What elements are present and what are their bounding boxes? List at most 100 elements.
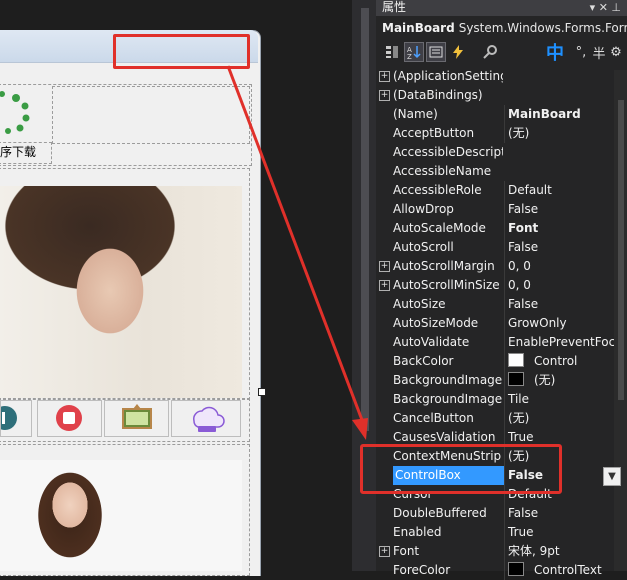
property-row[interactable]: AutoScaleMode Font <box>376 219 614 238</box>
cloud-button[interactable] <box>171 400 241 437</box>
property-value[interactable]: 宋体, 9pt <box>504 542 624 561</box>
expand-icon[interactable]: + <box>379 261 390 272</box>
highlight-titlebar-box <box>113 34 250 69</box>
property-value[interactable]: GrowOnly <box>504 314 624 333</box>
property-value[interactable]: Tile <box>504 390 624 409</box>
property-value[interactable]: False <box>504 238 624 257</box>
property-name[interactable]: (ApplicationSettings) <box>393 67 503 86</box>
expand-icon[interactable]: + <box>379 90 390 101</box>
property-value-text: Default <box>508 183 552 197</box>
form-designer[interactable]: 序下载 <box>0 0 352 576</box>
property-value[interactable]: False <box>504 295 624 314</box>
ime-punctuation-toggle[interactable]: °, <box>572 42 590 62</box>
stop-button[interactable] <box>37 400 102 437</box>
property-grid-scrollbar-thumb[interactable] <box>618 100 624 400</box>
property-row[interactable]: CancelButton (无) <box>376 409 614 428</box>
property-grid[interactable]: +(ApplicationSettings)+(DataBindings)(Na… <box>376 67 624 580</box>
screen-button[interactable] <box>104 400 169 437</box>
property-row[interactable]: AcceptButton (无) <box>376 124 614 143</box>
property-row[interactable]: DoubleBuffered False <box>376 504 614 523</box>
alphabetical-icon[interactable]: AZ <box>404 42 424 62</box>
property-name[interactable]: BackgroundImageLayout <box>393 390 503 409</box>
ime-halfwidth-toggle[interactable]: 半 <box>590 42 608 62</box>
property-row[interactable]: +(ApplicationSettings) <box>376 67 614 86</box>
property-name[interactable]: AutoScrollMargin <box>393 257 503 276</box>
expand-icon[interactable]: + <box>379 71 390 82</box>
property-value[interactable]: Font <box>504 219 624 238</box>
color-swatch <box>508 372 524 386</box>
property-row[interactable]: + Font 宋体, 9pt <box>376 542 614 561</box>
properties-icon[interactable] <box>426 42 446 62</box>
categorized-icon[interactable] <box>382 42 402 62</box>
property-value[interactable]: Default <box>504 181 624 200</box>
ime-chinese-toggle[interactable]: 中 <box>542 42 568 64</box>
property-name[interactable]: AutoScroll <box>393 238 503 257</box>
property-row[interactable]: AccessibleDescription <box>376 143 614 162</box>
property-name[interactable]: AutoSizeMode <box>393 314 503 333</box>
property-value[interactable]: 0, 0 <box>504 276 624 295</box>
prev-button[interactable] <box>0 400 32 437</box>
property-row[interactable]: + AutoScrollMargin 0, 0 <box>376 257 614 276</box>
ime-settings-icon[interactable]: ⚙ <box>608 42 624 62</box>
property-name[interactable]: AccessibleDescription <box>393 143 503 162</box>
property-row[interactable]: BackgroundImage (无) <box>376 371 614 390</box>
property-value[interactable]: True <box>504 523 624 542</box>
property-row[interactable]: AutoSizeMode GrowOnly <box>376 314 614 333</box>
property-row[interactable]: (Name) MainBoard <box>376 105 614 124</box>
property-row[interactable]: AutoScroll False <box>376 238 614 257</box>
property-name[interactable]: AccessibleName <box>393 162 503 181</box>
property-value[interactable]: Control <box>504 352 624 371</box>
property-row[interactable]: + AutoScrollMinSize 0, 0 <box>376 276 614 295</box>
properties-toolbar: AZ 中 °, 半 ⚙ <box>376 40 627 64</box>
property-value[interactable]: 0, 0 <box>504 257 624 276</box>
property-name[interactable]: DoubleBuffered <box>393 504 503 523</box>
designer-scrollbar-thumb[interactable] <box>361 8 369 431</box>
expand-icon[interactable]: + <box>379 280 390 291</box>
expand-icon[interactable]: + <box>379 546 390 557</box>
property-row[interactable]: AllowDrop False <box>376 200 614 219</box>
property-row[interactable]: AutoValidate EnablePreventFocusChange <box>376 333 624 352</box>
property-pages-icon[interactable] <box>480 42 500 62</box>
property-row[interactable]: AutoSize False <box>376 295 614 314</box>
property-value-text: True <box>508 430 534 444</box>
controlbox-dropdown-button[interactable]: ▼ <box>603 467 621 486</box>
property-row[interactable]: + (DataBindings) <box>376 86 614 105</box>
property-name[interactable]: AcceptButton <box>393 124 503 143</box>
property-name[interactable]: (DataBindings) <box>393 86 503 105</box>
property-row[interactable]: AccessibleName <box>376 162 614 181</box>
property-value-text: True <box>508 525 534 539</box>
property-value[interactable]: MainBoard <box>504 105 624 124</box>
property-value[interactable]: False <box>504 200 624 219</box>
property-name[interactable]: Font <box>393 542 503 561</box>
property-name[interactable]: (Name) <box>393 105 503 124</box>
property-value-text: (无) <box>508 126 530 140</box>
property-name[interactable]: AutoValidate <box>393 333 503 352</box>
property-name[interactable]: Enabled <box>393 523 503 542</box>
property-name[interactable]: AllowDrop <box>393 200 503 219</box>
property-value[interactable]: (无) <box>504 371 624 390</box>
property-value[interactable]: (无) <box>504 409 624 428</box>
property-value-text: False <box>508 240 539 254</box>
property-value[interactable]: (无) <box>504 124 624 143</box>
property-row[interactable]: BackgroundImageLayout Tile <box>376 390 614 409</box>
top-panel-cell[interactable] <box>52 86 250 144</box>
property-name[interactable]: BackgroundImage <box>393 371 503 390</box>
property-row[interactable]: Enabled True <box>376 523 614 542</box>
object-selector[interactable]: MainBoard System.Windows.Forms.Form <box>376 18 627 38</box>
property-name[interactable]: AutoSize <box>393 295 503 314</box>
events-icon[interactable] <box>448 42 468 62</box>
pin-icon[interactable]: ▾ ✕ ⊥ <box>590 0 621 15</box>
property-value-text: 0, 0 <box>508 278 531 292</box>
property-value[interactable]: EnablePreventFocusChange <box>504 333 624 352</box>
property-name[interactable]: BackColor <box>393 352 503 371</box>
property-value-text: 0, 0 <box>508 259 531 273</box>
resize-handle[interactable] <box>258 388 266 396</box>
property-name[interactable]: AutoScaleMode <box>393 219 503 238</box>
property-value-text: False <box>508 506 539 520</box>
property-row[interactable]: BackColor Control <box>376 352 614 371</box>
property-name[interactable]: AccessibleRole <box>393 181 503 200</box>
property-name[interactable]: AutoScrollMinSize <box>393 276 503 295</box>
property-row[interactable]: AccessibleRole Default <box>376 181 614 200</box>
property-value[interactable]: False <box>504 504 624 523</box>
property-name[interactable]: CancelButton <box>393 409 503 428</box>
